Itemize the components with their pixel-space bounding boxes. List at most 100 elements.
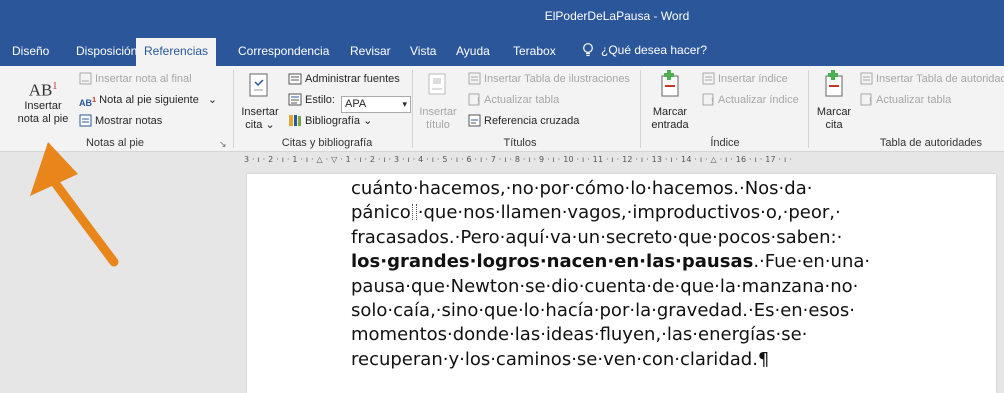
annotation-arrow-icon <box>30 142 119 267</box>
update-index-button[interactable]: ! Actualizar índice <box>702 93 799 106</box>
ribbon-tabs: Diseño Disposición Referencias Correspon… <box>0 34 1004 66</box>
group-label-titulos: Títulos <box>503 137 537 149</box>
svg-text:!: ! <box>711 96 714 106</box>
mark-entry-button[interactable]: Marcar entrada <box>644 70 696 132</box>
bibliography-button[interactable]: Bibliografía ⌄ <box>288 114 372 127</box>
mark-entry-label-1: Marcar <box>652 106 688 118</box>
mark-citation-label-1: Marcar <box>816 106 852 118</box>
doc-line: solo·caía,·sino·que·lo·hacía·por·la·grav… <box>351 300 855 322</box>
tab-terabox[interactable]: Terabox <box>505 40 564 66</box>
mark-citation-button[interactable]: Marcar cita <box>812 70 856 132</box>
doc-line: pausa·que·Newton·se·dio·cuenta·de·que·la… <box>351 275 859 297</box>
insert-footnote-button[interactable]: AB1 Insertar nota al pie <box>16 72 70 126</box>
tab-disposicion[interactable]: Disposición <box>68 40 145 66</box>
insert-table-authorities-button[interactable]: Insertar Tabla de autoridades <box>860 72 1004 85</box>
insert-caption-button[interactable]: Insertar título <box>416 72 460 132</box>
insert-citation-caret: ⌄ <box>265 119 275 131</box>
next-footnote-button[interactable]: AB1 Nota al pie siguiente ⌄ <box>79 93 217 108</box>
doc-text: pánico <box>351 202 411 224</box>
document-name: ElPoderDeLaPausa <box>544 9 651 23</box>
footnote-icon: AB1 <box>28 80 58 100</box>
style-dropdown[interactable]: APA ▾ <box>341 96 412 113</box>
document-workspace: 3 · ı · 2 · ı · 1 · ı · △ · ▽ · 1 · ı · … <box>0 152 1004 393</box>
insert-endnote-button[interactable]: Insertar nota al final <box>79 72 192 85</box>
insert-citation-label-2: cita <box>245 119 263 131</box>
group-label-autoridades: Tabla de autoridades <box>879 137 983 149</box>
show-notes-icon <box>79 114 92 127</box>
document-body[interactable]: cuánto·hacemos,·no·por·cómo·lo·hacemos.·… <box>351 177 971 372</box>
mark-entry-label-2: entrada <box>651 119 689 131</box>
mark-citation-icon <box>825 70 843 97</box>
document-page[interactable]: cuánto·hacemos,·no·por·cómo·lo·hacemos.·… <box>247 174 996 393</box>
update-authorities-icon: ! <box>860 93 872 106</box>
notas-launcher-icon[interactable]: ↘ <box>219 139 227 150</box>
insert-caption-icon <box>428 73 446 95</box>
update-table-button[interactable]: ! Actualizar tabla <box>468 93 559 106</box>
update-authorities-button[interactable]: ! Actualizar tabla <box>860 93 951 106</box>
mark-citation-label-2: cita <box>825 119 843 131</box>
tab-referencias[interactable]: Referencias <box>136 38 217 66</box>
insert-citation-label-1: Insertar <box>241 106 279 118</box>
group-label-citas: Citas y bibliografía <box>281 137 373 149</box>
tab-correspondencia[interactable]: Correspondencia <box>230 40 337 66</box>
doc-line: pánico ·que·nos·llamen·vagos,·improductiv… <box>351 201 971 225</box>
bibliography-caret: ⌄ <box>363 115 373 127</box>
app-name: Word <box>660 9 690 23</box>
tab-diseno[interactable]: Diseño <box>4 40 57 66</box>
group-divider <box>640 70 641 148</box>
insert-index-icon <box>702 72 715 85</box>
insert-caption-label-2: título <box>426 119 450 131</box>
insert-index-button[interactable]: Insertar índice <box>702 72 788 85</box>
svg-text:!: ! <box>477 96 480 106</box>
mark-entry-icon <box>661 70 679 97</box>
doc-line: cuánto·hacemos,·no·por·cómo·lo·hacemos.·… <box>351 178 813 199</box>
window-title: ElPoderDeLaPausa - Word <box>0 9 1004 23</box>
style-caret: ▾ <box>402 99 408 109</box>
insert-caption-label-1: Insertar <box>419 106 457 118</box>
table-authorities-icon <box>860 72 873 85</box>
tab-revisar[interactable]: Revisar <box>342 40 399 66</box>
manage-sources-button[interactable]: Administrar fuentes <box>288 72 400 85</box>
insert-table-figures-button[interactable]: Insertar Tabla de ilustraciones <box>468 72 630 85</box>
doc-line: fracasados.·Pero·aquí·va·un·secreto·que·… <box>351 226 843 248</box>
doc-text: ·que·nos·llamen·vagos,·improductivos·o,·… <box>417 202 841 224</box>
tab-vista[interactable]: Vista <box>402 40 444 66</box>
bibliography-icon <box>289 115 301 126</box>
horizontal-ruler[interactable]: 3 · ı · 2 · ı · 1 · ı · △ · ▽ · 1 · ı · … <box>244 155 996 169</box>
tell-me-box[interactable]: ¿Qué desea hacer? <box>582 43 707 57</box>
doc-line: recuperan·y·los·caminos·se·ven·con·clari… <box>351 348 770 370</box>
manage-sources-icon <box>288 73 302 85</box>
group-divider <box>412 70 413 148</box>
cross-reference-button[interactable]: Referencia cruzada <box>468 114 579 127</box>
text-cursor-icon <box>411 204 417 221</box>
style-selector[interactable]: Estilo: APA ▾ <box>288 93 412 113</box>
doc-line: momentos·donde·las·ideas·fluyen,·las·ene… <box>351 324 808 346</box>
insert-citation-icon <box>249 73 268 97</box>
update-index-icon: ! <box>702 93 714 106</box>
group-label-indice: Índice <box>710 137 740 149</box>
ribbon-panel: AB1 Insertar nota al pie Insertar nota a… <box>0 66 1004 152</box>
table-figures-icon <box>468 72 481 85</box>
insert-footnote-label-1: Insertar <box>24 100 62 112</box>
lightbulb-icon <box>583 43 593 57</box>
tab-ayuda[interactable]: Ayuda <box>448 40 498 66</box>
group-divider <box>233 70 234 148</box>
doc-text: .·Fue·en·una· <box>753 251 871 273</box>
svg-text:!: ! <box>869 96 872 106</box>
next-footnote-caret: ⌄ <box>207 94 218 106</box>
style-value: APA <box>345 98 367 110</box>
style-icon <box>288 93 302 106</box>
cross-reference-icon <box>468 114 481 127</box>
doc-line: los·grandes·logros·nacen·en·las·pausas.·… <box>351 250 971 274</box>
group-divider <box>808 70 809 148</box>
show-notes-button[interactable]: Mostrar notas <box>79 114 162 127</box>
tell-me-text: ¿Qué desea hacer? <box>601 43 708 57</box>
next-footnote-icon: AB1 <box>79 95 97 108</box>
insert-citation-button[interactable]: Insertar cita ⌄ <box>240 72 280 132</box>
endnote-icon <box>79 72 92 85</box>
bold-text: los·grandes·logros·nacen·en·las·pausas <box>351 251 754 273</box>
update-table-icon: ! <box>468 93 480 106</box>
title-separator: - <box>653 9 658 23</box>
title-bar: ElPoderDeLaPausa - Word <box>0 0 1004 34</box>
insert-footnote-label-2: nota al pie <box>17 113 69 125</box>
